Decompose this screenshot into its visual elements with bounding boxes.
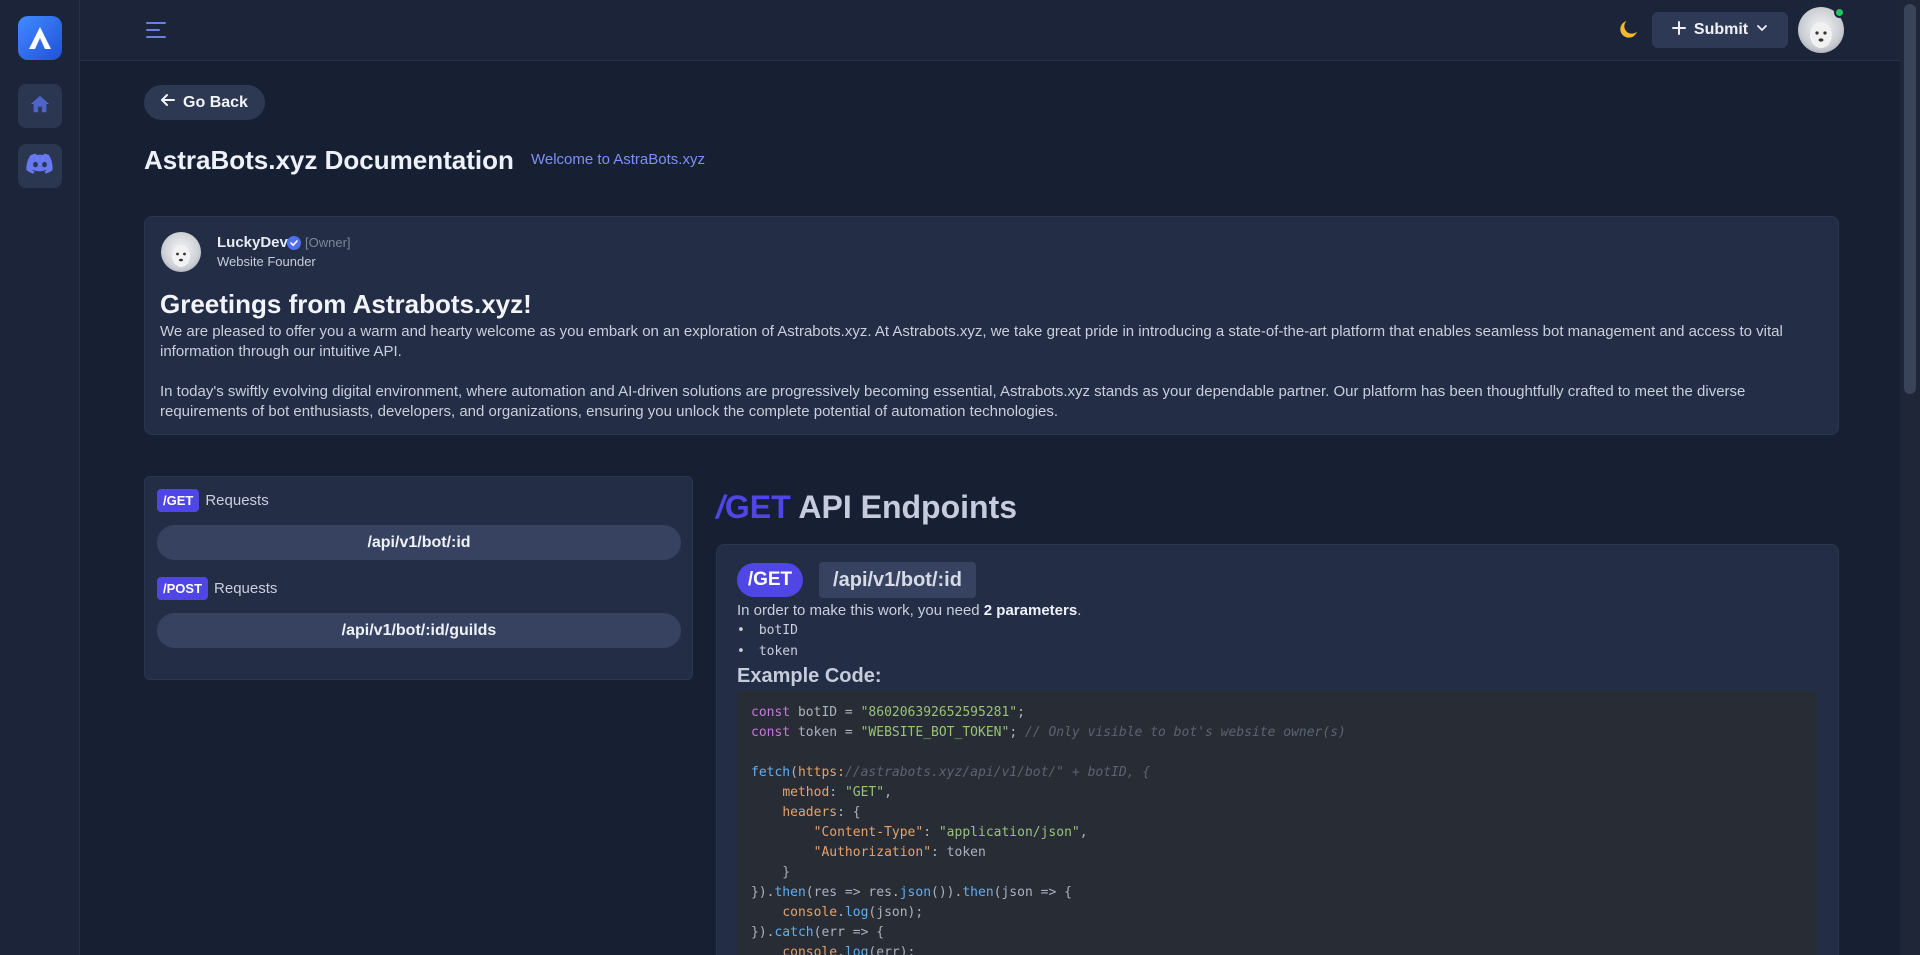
code-token-value: "WEBSITE_BOT_TOKEN": [860, 725, 1010, 740]
chevron-down-icon: [1756, 21, 1768, 39]
topbar: Submit: [80, 0, 1900, 61]
author-name: LuckyDev: [217, 234, 288, 251]
moon-icon[interactable]: [1617, 17, 1641, 41]
code-url-string: //astrabots.xyz/api/v1/bot/" + botID, {: [844, 765, 1151, 780]
code-botid-value: "860206392652595281": [860, 705, 1018, 720]
online-status-dot: [1834, 7, 1845, 18]
get-tag: /GET: [157, 489, 200, 512]
parameters-note-suffix: .: [1077, 602, 1082, 619]
code-authorization-key: "Authorization": [813, 845, 932, 860]
verified-badge-icon: [287, 236, 301, 250]
endpoint-post-bot-guilds[interactable]: /api/v1/bot/:id/guilds: [157, 613, 681, 648]
submit-label: Submit: [1693, 21, 1749, 38]
endpoint-get-bot-id[interactable]: /api/v1/bot/:id: [157, 525, 681, 560]
get-requests-label: /GET Requests: [157, 489, 269, 512]
intro-heading: Greetings from Astrabots.xyz!: [160, 289, 532, 319]
param-item: botID: [737, 623, 798, 638]
api-endpoints-heading: /GET API Endpoints: [716, 489, 1017, 526]
page-title: AstraBots.xyz Documentation: [144, 145, 514, 175]
heading-method: GET: [724, 489, 791, 525]
scrollbar[interactable]: [1900, 0, 1920, 955]
intro-paragraph-2: In today's swiftly evolving digital envi…: [160, 383, 1746, 420]
author-role: [Owner]: [305, 235, 351, 250]
author-title: Website Founder: [217, 254, 316, 269]
api-endpoint-card: /GET /api/v1/bot/:id In order to make th…: [716, 544, 1839, 955]
parameters-count: 2 parameters: [983, 602, 1078, 619]
code-content-type-key: "Content-Type": [813, 825, 924, 840]
param-item: token: [737, 644, 798, 659]
go-back-button[interactable]: Go Back: [144, 85, 265, 120]
discord-icon: [26, 153, 54, 180]
astrabots-logo[interactable]: [18, 16, 62, 60]
menu-icon[interactable]: [145, 19, 167, 41]
post-requests-text: Requests: [214, 580, 278, 597]
home-icon: [29, 93, 51, 120]
endpoint-path: /api/v1/bot/:id: [819, 562, 976, 598]
sidebar-item-discord[interactable]: [18, 144, 62, 188]
heading-slash: /: [716, 489, 725, 525]
endpoints-nav: /GET Requests /api/v1/bot/:id /POST Requ…: [144, 476, 693, 680]
heading-rest: API Endpoints: [790, 489, 1018, 525]
submit-button[interactable]: Submit: [1652, 12, 1788, 48]
post-requests-label: /POST Requests: [157, 577, 277, 600]
welcome-link[interactable]: Welcome to AstraBots.xyz: [531, 151, 705, 168]
parameters-note-prefix: In order to make this work, you need: [737, 602, 984, 619]
code-block: const botID = "860206392652595281"; cons…: [737, 691, 1817, 955]
code-method-value: "GET": [844, 785, 885, 800]
method-badge: /GET: [737, 563, 803, 597]
author-avatar: [161, 232, 201, 272]
code-comment: // Only visible to bot's website owner(s…: [1024, 725, 1346, 740]
sidebar: [0, 0, 80, 955]
intro-paragraph-1: We are pleased to offer you a warm and h…: [160, 323, 1783, 360]
parameters-note: In order to make this work, you need 2 p…: [737, 602, 1081, 619]
post-tag: /POST: [157, 577, 209, 600]
scrollbar-thumb[interactable]: [1904, 4, 1916, 394]
sidebar-item-home[interactable]: [18, 84, 62, 128]
plus-icon: [1671, 20, 1686, 40]
go-back-label: Go Back: [183, 93, 248, 111]
intro-card: LuckyDev [Owner] Website Founder Greetin…: [144, 216, 1839, 435]
get-requests-text: Requests: [205, 492, 269, 509]
example-code-title: Example Code:: [737, 665, 882, 687]
code-content-type-value: "application/json": [938, 825, 1080, 840]
arrow-left-icon: [161, 93, 176, 112]
